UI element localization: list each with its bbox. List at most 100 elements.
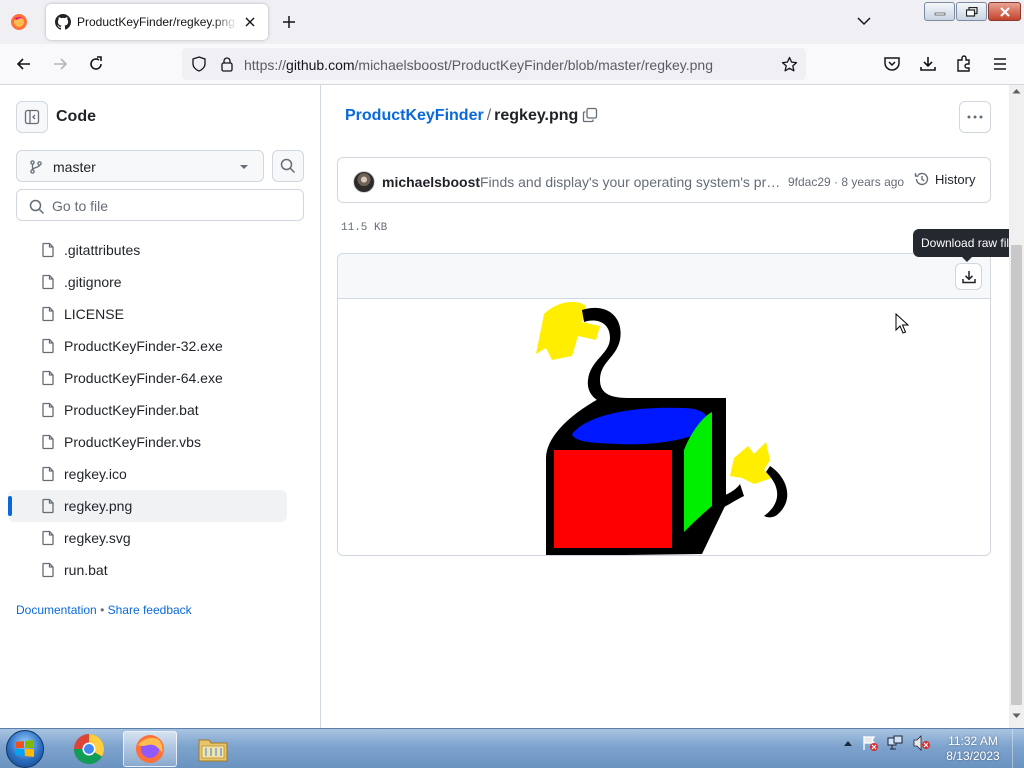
file-tree-item[interactable]: .gitignore xyxy=(0,266,287,298)
file-icon xyxy=(40,274,56,290)
history-label: History xyxy=(935,171,976,187)
taskbar-file-explorer[interactable] xyxy=(186,731,240,767)
url-scheme: https:// xyxy=(244,57,287,73)
go-to-file-input[interactable] xyxy=(52,197,292,215)
folder-icon xyxy=(198,739,228,762)
file-icon xyxy=(40,370,56,386)
regkey-box-image xyxy=(536,301,788,555)
action-center-icon[interactable] xyxy=(861,735,879,751)
file-icon xyxy=(40,306,56,322)
go-to-file-field[interactable] xyxy=(16,189,304,221)
url-text[interactable]: https://github.com/michaelsboost/Product… xyxy=(244,57,713,73)
file-tree-item[interactable]: run.bat xyxy=(0,554,287,586)
file-tree-item-label: ProductKeyFinder-32.exe xyxy=(64,338,223,354)
file-tree-item[interactable]: LICENSE xyxy=(0,298,287,330)
restore-button[interactable] xyxy=(956,2,987,21)
clock-time: 11:32 AM xyxy=(948,734,998,748)
scroll-down-icon[interactable] xyxy=(1012,713,1021,719)
search-code-button[interactable] xyxy=(272,150,304,182)
file-icon xyxy=(40,562,56,578)
url-path: /michaelsboost/ProductKeyFinder/blob/mas… xyxy=(354,57,713,73)
file-tree-item[interactable]: ProductKeyFinder-32.exe xyxy=(0,330,287,362)
clock-date: 8/13/2023 xyxy=(946,749,1000,763)
image-preview xyxy=(338,300,990,555)
reload-icon[interactable] xyxy=(86,54,106,74)
taskbar-firefox[interactable] xyxy=(123,731,177,767)
lock-icon[interactable] xyxy=(219,56,235,72)
minimize-button[interactable] xyxy=(924,2,955,21)
address-bar[interactable]: https://github.com/michaelsboost/Product… xyxy=(182,48,806,80)
avatar[interactable] xyxy=(353,171,375,193)
taskbar-chrome[interactable] xyxy=(62,731,116,767)
show-desktop-button[interactable] xyxy=(1012,729,1024,768)
history-button[interactable]: History xyxy=(914,171,975,187)
branch-selector[interactable]: master xyxy=(16,150,264,182)
taskbar-clock[interactable]: 11:32 AM 8/13/2023 xyxy=(940,734,1006,764)
file-tree-item-label: .gitignore xyxy=(64,274,122,290)
extensions-icon[interactable] xyxy=(954,54,974,74)
share-feedback-link[interactable]: Share feedback xyxy=(108,603,192,617)
branch-name: master xyxy=(53,159,96,175)
start-button[interactable] xyxy=(6,730,44,768)
file-tree-item[interactable]: ProductKeyFinder-64.exe xyxy=(0,362,287,394)
sidebar-footer: Documentation • Share feedback xyxy=(16,603,192,617)
close-tab-icon[interactable] xyxy=(244,16,256,28)
system-tray xyxy=(843,735,931,751)
network-icon[interactable] xyxy=(887,735,905,751)
file-tree-item[interactable]: .gitattributes xyxy=(0,234,287,266)
file-icon xyxy=(40,402,56,418)
file-icon xyxy=(40,338,56,354)
firefox-view-icon[interactable] xyxy=(10,13,28,31)
copy-path-icon[interactable] xyxy=(582,107,598,123)
github-page: Code master .gitattributes .gitignore LICE… xyxy=(0,85,1009,728)
more-options-button[interactable] xyxy=(959,101,991,133)
app-menu-icon[interactable] xyxy=(990,54,1010,74)
file-view: ProductKeyFinder / regkey.png michaelsboos… xyxy=(321,85,1009,728)
show-hidden-icons-icon[interactable] xyxy=(843,739,853,747)
download-icon xyxy=(961,270,976,283)
collapse-sidebar-button[interactable] xyxy=(16,101,48,133)
image-viewer xyxy=(337,253,991,556)
file-icon xyxy=(40,242,56,258)
downloads-icon[interactable] xyxy=(918,54,938,74)
file-icon xyxy=(40,434,56,450)
commit-message[interactable]: Finds and display's your operating syste… xyxy=(480,174,782,190)
browser-toolbar: https://github.com/michaelsboost/Product… xyxy=(0,44,1024,85)
bookmark-star-icon[interactable] xyxy=(781,56,798,73)
file-tree-item[interactable]: ProductKeyFinder.bat xyxy=(0,394,287,426)
file-tree-item[interactable]: regkey.svg xyxy=(0,522,287,554)
scrollbar-thumb[interactable] xyxy=(1011,245,1022,705)
commit-meta-dot: · xyxy=(834,175,839,189)
git-branch-icon xyxy=(29,160,43,174)
file-tree-item-label: regkey.png xyxy=(64,498,133,514)
new-tab-icon[interactable] xyxy=(281,14,297,30)
breadcrumb-repo-link[interactable]: ProductKeyFinder xyxy=(345,107,484,124)
file-tree-item-label: regkey.svg xyxy=(64,530,131,546)
file-tree-item[interactable]: regkey.png xyxy=(8,490,287,522)
file-tree-item-label: ProductKeyFinder-64.exe xyxy=(64,370,223,386)
file-tree-item-label: LICENSE xyxy=(64,306,124,322)
file-tree-item[interactable]: ProductKeyFinder.vbs xyxy=(0,426,287,458)
close-window-button[interactable] xyxy=(988,2,1021,21)
page-scrollbar[interactable] xyxy=(1009,85,1024,728)
windows-logo-icon xyxy=(16,740,34,757)
volume-muted-icon[interactable] xyxy=(913,735,931,751)
commit-author[interactable]: michaelsboost xyxy=(382,174,480,190)
documentation-link[interactable]: Documentation xyxy=(16,603,97,617)
forward-icon[interactable] xyxy=(50,54,70,74)
scroll-up-icon[interactable] xyxy=(1012,88,1021,94)
back-icon[interactable] xyxy=(14,54,34,74)
commit-sha[interactable]: 9fdac29 xyxy=(788,175,831,189)
breadcrumb-filename: regkey.png xyxy=(494,107,579,124)
pocket-icon[interactable] xyxy=(882,54,902,74)
search-icon xyxy=(29,199,45,215)
browser-tab-active[interactable]: ProductKeyFinder/regkey.png at master xyxy=(46,4,268,40)
sidebar-title: Code xyxy=(56,108,96,125)
file-tree-item[interactable]: regkey.ico xyxy=(0,458,287,490)
tracking-protection-icon[interactable] xyxy=(191,56,207,72)
kebab-horizontal-icon xyxy=(967,115,983,119)
list-all-tabs-icon[interactable] xyxy=(857,16,871,26)
breadcrumb: ProductKeyFinder / regkey.png xyxy=(345,107,578,125)
commit-meta: 9fdac29 · 8 years ago xyxy=(788,175,904,189)
download-raw-file-button[interactable] xyxy=(955,263,982,290)
